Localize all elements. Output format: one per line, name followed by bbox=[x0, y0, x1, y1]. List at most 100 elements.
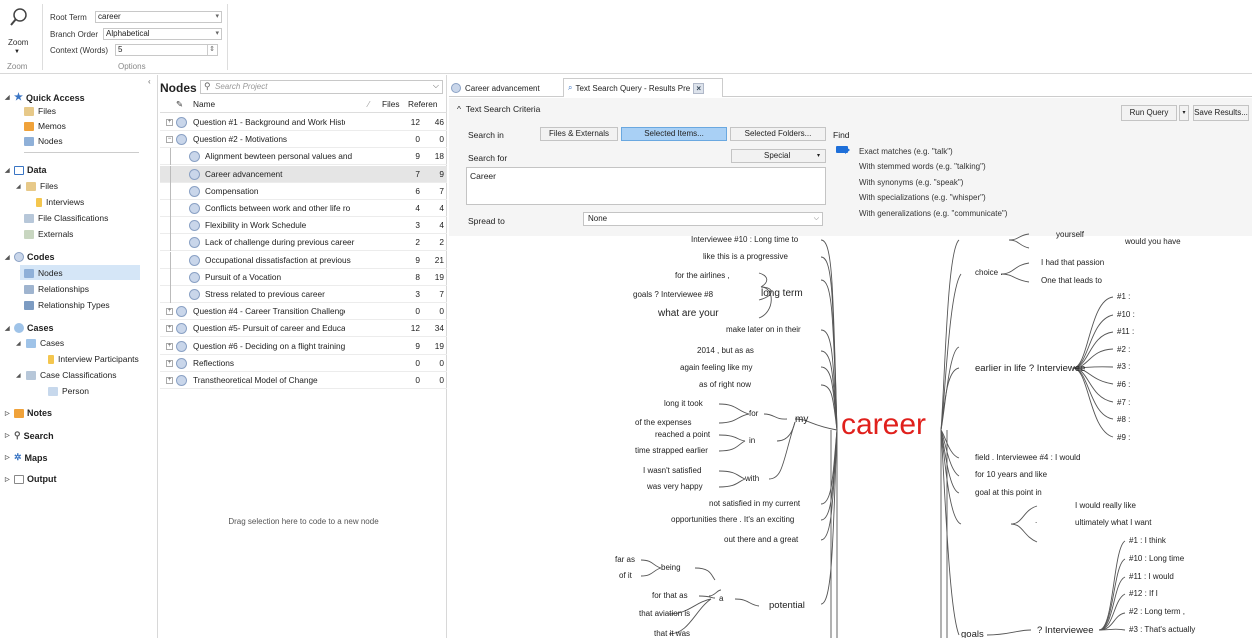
nav-data-files[interactable]: ◢ Files bbox=[16, 181, 58, 191]
branch-order-combo[interactable]: Alphabetical ▾ bbox=[103, 28, 222, 40]
tree-phrase[interactable]: #8 : bbox=[1117, 415, 1130, 424]
tree-phrase[interactable]: I would really like bbox=[1075, 501, 1136, 510]
tree-phrase[interactable]: ? Interviewee bbox=[1037, 625, 1094, 636]
nav-data[interactable]: ◢ Data bbox=[5, 165, 47, 175]
find-option-specializations[interactable]: With specializations (e.g. "whisper") bbox=[859, 193, 986, 202]
nav-codes-nodes[interactable]: Nodes bbox=[24, 268, 63, 278]
nav-search[interactable]: ▷ ⚲ Search bbox=[5, 430, 54, 441]
tree-phrase[interactable]: #3 : That's actually bbox=[1129, 625, 1195, 634]
tab-text-search-query[interactable]: ⌕ Text Search Query - Results Pre × bbox=[563, 78, 723, 97]
tree-phrase[interactable]: choice . bbox=[975, 268, 1003, 277]
tree-phrase[interactable]: as of right now bbox=[699, 380, 751, 389]
tree-phrase[interactable]: far as bbox=[615, 555, 635, 564]
tree-phrase[interactable]: in bbox=[749, 436, 755, 445]
find-option-generalizations[interactable]: With generalizations (e.g. "communicate"… bbox=[859, 209, 1007, 218]
files-externals-button[interactable]: Files & Externals bbox=[540, 127, 618, 141]
tree-phrase[interactable]: a bbox=[719, 594, 723, 603]
node-row[interactable]: + Question #4 - Career Transition Challen… bbox=[160, 303, 447, 321]
tree-phrase[interactable]: for that as bbox=[652, 591, 688, 600]
tree-phrase[interactable]: what are your bbox=[658, 308, 719, 319]
node-row[interactable]: Stress related to previous career 3 7 bbox=[160, 286, 447, 303]
tree-phrase[interactable]: for the airlines , bbox=[675, 271, 730, 280]
node-row[interactable]: + Question #1 - Background and Work Histo… bbox=[160, 114, 447, 131]
tree-phrase[interactable]: goals ? Interviewee #8 bbox=[633, 290, 713, 299]
tree-phrase[interactable]: #7 : bbox=[1117, 398, 1130, 407]
tree-phrase[interactable]: goal at this point in bbox=[975, 488, 1042, 497]
col-references[interactable]: Referen bbox=[408, 97, 438, 112]
node-row[interactable]: Career advancement 7 9 bbox=[160, 165, 447, 183]
tree-phrase[interactable]: I wasn't satisfied bbox=[643, 466, 701, 475]
tree-phrase[interactable]: for bbox=[749, 409, 758, 418]
tree-phrase[interactable]: #10 : Long time bbox=[1129, 554, 1184, 563]
nav-file-classifications[interactable]: File Classifications bbox=[24, 213, 108, 223]
nav-cases[interactable]: ◢ Cases bbox=[5, 323, 54, 333]
zoom-button-label[interactable]: Zoom bbox=[8, 38, 28, 47]
tree-phrase[interactable]: #3 : bbox=[1117, 362, 1130, 371]
find-option-stemmed[interactable]: With stemmed words (e.g. "talking") bbox=[859, 162, 986, 171]
expand-icon[interactable]: + bbox=[166, 342, 173, 350]
criteria-header[interactable]: ^ Text Search Criteria bbox=[457, 104, 540, 114]
nav-notes[interactable]: ▷ Notes bbox=[5, 408, 52, 418]
nav-quick-access[interactable]: ◢ ★ Quick Access bbox=[5, 92, 85, 103]
tree-phrase[interactable]: like this is a progressive bbox=[703, 252, 788, 261]
tree-phrase[interactable]: long term bbox=[761, 288, 803, 299]
run-query-dropdown-icon[interactable]: ▾ bbox=[1179, 105, 1189, 121]
tree-phrase[interactable]: ultimately what I want bbox=[1075, 518, 1151, 527]
tree-phrase[interactable]: yourself bbox=[1056, 230, 1084, 239]
nav-data-interviews[interactable]: Interviews bbox=[36, 197, 84, 207]
tree-phrase[interactable]: of the expenses bbox=[635, 418, 691, 427]
node-row[interactable]: Compensation 6 7 bbox=[160, 182, 447, 200]
tree-phrase[interactable]: reached a point bbox=[655, 430, 710, 439]
nav-output[interactable]: ▷ Output bbox=[5, 474, 57, 484]
node-row[interactable]: Conflicts between work and other life ro… bbox=[160, 200, 447, 217]
tree-phrase[interactable]: potential bbox=[769, 600, 805, 611]
tree-phrase[interactable]: being bbox=[661, 563, 681, 572]
node-row[interactable]: + Question #5- Pursuit of career and Educ… bbox=[160, 320, 447, 338]
collapse-icon[interactable]: − bbox=[166, 136, 173, 144]
spinner-icon[interactable]: ⇕ bbox=[207, 45, 215, 55]
search-for-textbox[interactable]: Career bbox=[466, 167, 826, 205]
node-row[interactable]: + Question #6 - Deciding on a flight trai… bbox=[160, 338, 447, 355]
spread-to-select[interactable]: None ⌵ bbox=[583, 212, 823, 226]
collapse-pane-icon[interactable]: ‹ bbox=[148, 77, 151, 86]
find-option-synonyms[interactable]: With synonyms (e.g. "speak") bbox=[859, 178, 963, 187]
tree-phrase[interactable]: would you have bbox=[1125, 237, 1181, 246]
tree-phrase[interactable]: #10 : bbox=[1117, 310, 1135, 319]
expand-icon[interactable]: + bbox=[166, 119, 173, 126]
expand-icon[interactable]: + bbox=[166, 308, 173, 316]
expand-icon[interactable]: + bbox=[166, 377, 173, 384]
tree-phrase[interactable]: #6 : bbox=[1117, 380, 1130, 389]
tree-phrase[interactable]: was very happy bbox=[647, 482, 703, 491]
selected-items-button[interactable]: Selected Items... bbox=[621, 127, 727, 141]
tree-phrase[interactable]: #11 : I would bbox=[1129, 572, 1174, 581]
nav-qa-memos[interactable]: Memos bbox=[24, 121, 66, 131]
save-results-button[interactable]: Save Results... bbox=[1193, 105, 1249, 121]
tree-phrase[interactable]: with bbox=[745, 474, 759, 483]
tree-phrase[interactable]: #9 : bbox=[1117, 433, 1130, 442]
node-row[interactable]: Occupational dissatisfaction at previous… bbox=[160, 251, 447, 269]
tree-phrase[interactable]: not satisfied in my current bbox=[709, 499, 800, 508]
tree-phrase[interactable]: again feeling like my bbox=[680, 363, 752, 372]
tree-phrase[interactable]: #12 : If I bbox=[1129, 589, 1158, 598]
tree-phrase[interactable]: #2 : bbox=[1117, 345, 1130, 354]
nav-externals[interactable]: Externals bbox=[24, 229, 73, 239]
search-project-input[interactable]: ⚲ Search Project ⌵ bbox=[200, 80, 443, 94]
tree-phrase[interactable]: #1 : bbox=[1117, 292, 1130, 301]
chevron-down-icon[interactable]: ⌵ bbox=[433, 81, 439, 91]
nav-codes[interactable]: ◢ Codes bbox=[5, 252, 55, 262]
tree-phrase[interactable]: out there and a great bbox=[724, 535, 798, 544]
run-query-button[interactable]: Run Query bbox=[1121, 105, 1177, 121]
tree-phrase[interactable]: 2014 , but as as bbox=[697, 346, 754, 355]
expand-icon[interactable]: + bbox=[166, 359, 173, 367]
tab-career-advancement[interactable]: Career advancement bbox=[451, 81, 557, 95]
tree-phrase[interactable]: goals bbox=[961, 629, 984, 638]
tree-phrase[interactable]: . bbox=[1035, 516, 1037, 525]
node-row[interactable]: + Reflections 0 0 bbox=[160, 355, 447, 372]
expand-icon[interactable]: + bbox=[166, 325, 173, 333]
col-name[interactable]: Name bbox=[193, 97, 215, 112]
tree-root-keyword[interactable]: career bbox=[841, 408, 926, 442]
tree-phrase[interactable]: earlier in life ? Interviewee bbox=[975, 363, 1085, 374]
tree-phrase[interactable]: make later on in their bbox=[726, 325, 801, 334]
nav-qa-files[interactable]: Files bbox=[24, 106, 56, 116]
tree-phrase[interactable]: I had that passion bbox=[1041, 258, 1104, 267]
